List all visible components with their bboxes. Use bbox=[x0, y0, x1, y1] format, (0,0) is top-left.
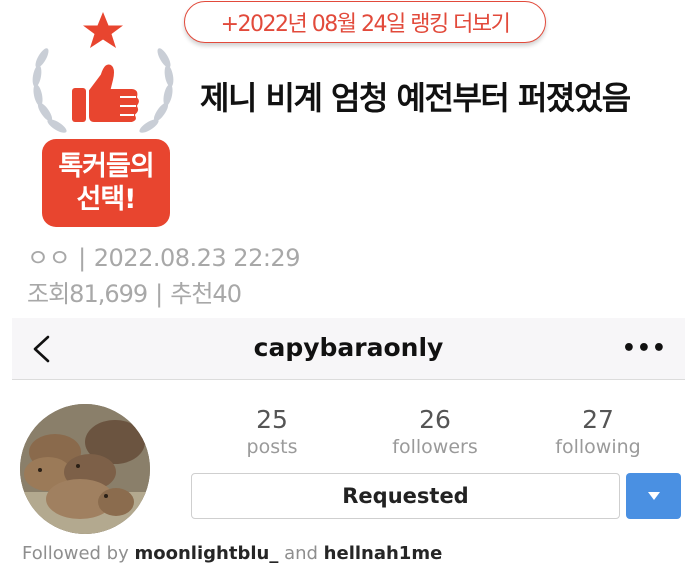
recommend-count: 40 bbox=[212, 280, 242, 308]
follower-link[interactable]: hellnah1me bbox=[324, 543, 443, 564]
star-icon bbox=[83, 12, 123, 48]
stat-label: followers bbox=[392, 436, 478, 458]
badge-emblem bbox=[32, 12, 174, 133]
views-label: 조회 bbox=[27, 280, 70, 308]
post-title: 제니 비계 엄청 예전부터 퍼졌었음 bbox=[200, 79, 631, 117]
capybara-photo bbox=[20, 404, 150, 534]
meta-divider: | bbox=[155, 280, 163, 308]
requested-button[interactable]: Requested bbox=[191, 473, 620, 519]
caret-down-icon bbox=[647, 492, 660, 500]
badge-line1: 톡커들의 bbox=[58, 151, 154, 182]
ranking-more-link[interactable]: +2022년 08월 24일 랭킹 더보기 bbox=[184, 1, 546, 43]
stat-count: 26 bbox=[419, 405, 451, 434]
recommend-label: 추천 bbox=[170, 280, 213, 308]
and-word: and bbox=[284, 543, 318, 564]
post-meta-author-date: ㅇㅇ | 2022.08.23 22:29 bbox=[27, 238, 300, 273]
views-count: 81,699 bbox=[69, 280, 148, 308]
followed-by-line: Followed by moonlightblu_ and hellnah1me bbox=[22, 543, 442, 564]
suggestions-dropdown-button[interactable] bbox=[626, 473, 681, 519]
post-author: ㅇㅇ bbox=[27, 244, 71, 272]
follower-link[interactable]: moonlightblu_ bbox=[135, 543, 279, 564]
stat-count: 25 bbox=[256, 405, 288, 434]
stat-following[interactable]: 27 following bbox=[528, 405, 668, 459]
stat-label: posts bbox=[246, 436, 298, 458]
followed-by-prefix: Followed by bbox=[22, 543, 129, 564]
badge-line2: 선택! bbox=[76, 184, 137, 215]
profile-username: capybaraonly bbox=[253, 333, 444, 362]
instagram-header: capybaraonly ••• bbox=[12, 318, 685, 380]
stat-followers[interactable]: 26 followers bbox=[365, 405, 505, 459]
stat-posts[interactable]: 25 posts bbox=[202, 405, 342, 459]
stat-count: 27 bbox=[582, 405, 614, 434]
meta-divider: | bbox=[78, 244, 86, 272]
stat-label: following bbox=[555, 436, 641, 458]
thumbs-up-icon bbox=[72, 62, 141, 124]
ellipsis-icon[interactable]: ••• bbox=[622, 336, 667, 361]
post-meta-stats: 조회81,699 | 추천40 bbox=[27, 274, 242, 309]
profile-avatar[interactable] bbox=[20, 404, 150, 534]
post-datetime: 2022.08.23 22:29 bbox=[93, 244, 301, 272]
badge-label-box: 톡커들의 선택! bbox=[42, 139, 170, 227]
talkers-choice-badge: 톡커들의 선택! bbox=[28, 6, 178, 227]
